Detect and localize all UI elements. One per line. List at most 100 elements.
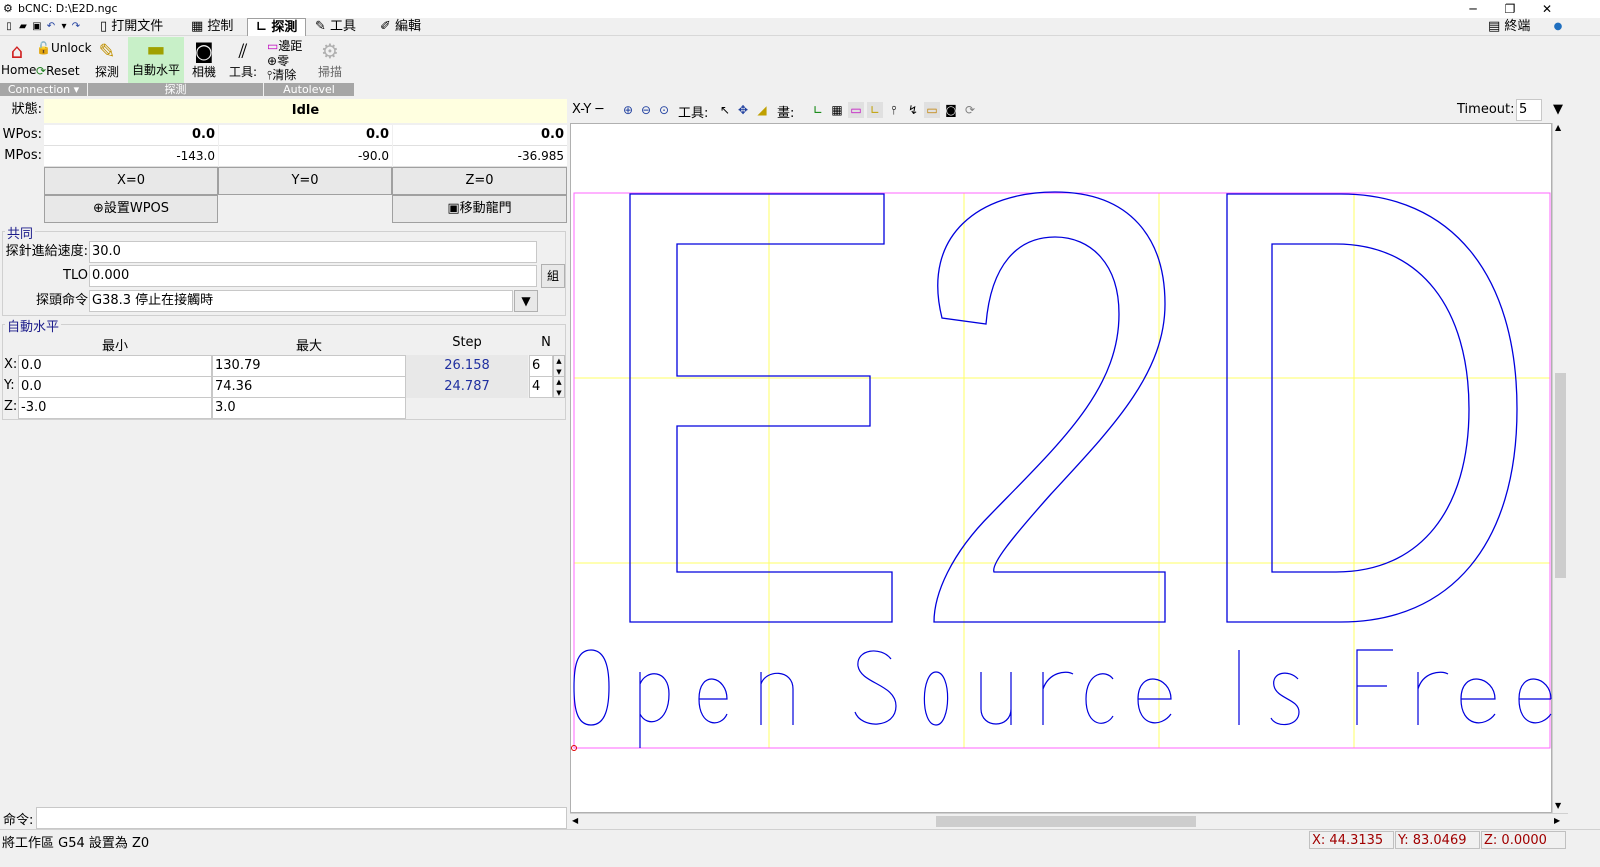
status-value: Idle — [44, 99, 567, 123]
mpos-x: -143.0 — [44, 146, 218, 167]
dropdown-arrow-icon[interactable]: ▼ — [514, 290, 538, 312]
menu-tab-bar: ▯ ▰ ▣ ↶ ▾ ↷ ▯ 打開文件 ▦ 控制 ∟ 探測 ✎ 工具 ✐ 編輯 ▤… — [0, 18, 1600, 36]
scan-button[interactable]: ⚙ 掃描 — [312, 39, 348, 80]
pointer-icon[interactable]: ↖ — [717, 102, 733, 118]
tool-button[interactable]: ⫽ 工具: — [226, 39, 260, 80]
axis-z-label: Z: — [4, 399, 18, 414]
minimize-button[interactable]: ─ — [1453, 0, 1493, 18]
y-n-spin-arrows[interactable]: ▲ ▼ — [553, 376, 565, 398]
probe-feed-input[interactable]: 30.0 — [89, 241, 537, 263]
margins-icon: ▭ — [267, 39, 279, 53]
tab-control-label: 控制 — [207, 19, 234, 34]
y-max-input[interactable]: 74.36 — [212, 376, 406, 398]
tab-control[interactable]: ▦ 控制 — [183, 18, 241, 36]
scroll-right-icon[interactable]: ▶ — [1554, 816, 1560, 825]
probe-draw-icon[interactable]: ⫯ — [886, 102, 902, 118]
home-button[interactable]: ⌂ Home — [1, 39, 37, 77]
zoom-fit-icon[interactable]: ⊙ — [656, 102, 672, 118]
close-button[interactable]: ✕ — [1527, 0, 1567, 18]
z-min-input[interactable]: -3.0 — [18, 397, 212, 419]
grid-icon[interactable]: ▦ — [829, 102, 845, 118]
ruler-icon[interactable]: ◢ — [754, 102, 770, 118]
horizontal-scrollbar[interactable]: ◀ ▶ — [570, 813, 1568, 829]
rapid-icon[interactable]: ↯ — [905, 102, 921, 118]
scroll-left-icon[interactable]: ◀ — [572, 816, 578, 825]
autolevel-title: 自動水平 — [5, 316, 62, 335]
camera-draw-icon[interactable]: ◙ — [943, 102, 959, 118]
probe-button[interactable]: ✎ 探測 — [90, 39, 124, 80]
tab-tools[interactable]: ✎ 工具 — [307, 18, 364, 36]
stroke-n — [760, 672, 794, 725]
stroke-o2 — [923, 671, 949, 726]
camera-label: 相機 — [191, 65, 216, 79]
camera-button[interactable]: ◙ 相機 — [188, 39, 220, 80]
save-icon[interactable]: ▣ — [31, 21, 43, 33]
tab-edit[interactable]: ✐ 編輯 — [372, 18, 429, 36]
mpos-z: -36.985 — [393, 146, 567, 167]
wpos-z: 0.0 — [393, 125, 567, 146]
timeout-input[interactable]: 5 — [1516, 99, 1542, 121]
redo-icon[interactable]: ↷ — [70, 21, 82, 33]
mpos-y: -90.0 — [219, 146, 392, 167]
view-select[interactable]: X-Y ─ — [572, 102, 603, 117]
x-n-spin-arrows[interactable]: ▲ ▼ — [553, 355, 565, 377]
zero-z-button[interactable]: Z=0 — [392, 167, 567, 195]
set-wpos-button[interactable]: ⊕設置WPOS — [44, 195, 218, 223]
x-n-spinbox[interactable]: 6 — [529, 355, 553, 377]
undo-icon[interactable]: ↶ — [45, 21, 57, 33]
clear-label: 清除 — [272, 68, 297, 82]
vertical-scrollbar[interactable]: ▲ ▼ — [1552, 123, 1568, 813]
unlock-button[interactable]: 🔓Unlock — [36, 41, 92, 55]
probe-cmd-select[interactable]: G38.3 停止在接觸時 — [89, 290, 513, 312]
axes-icon[interactable]: ∟ — [810, 102, 826, 118]
paths-icon[interactable]: ▭ — [924, 102, 940, 118]
zero-x-button[interactable]: X=0 — [44, 167, 218, 195]
timeout-dropdown-icon[interactable]: ▼ — [1548, 99, 1568, 121]
x-min-input[interactable]: 0.0 — [18, 355, 212, 377]
zoom-out-icon[interactable]: ⊖ — [638, 102, 654, 118]
set-wpos-label: 設置WPOS — [103, 201, 170, 216]
y-min-input[interactable]: 0.0 — [18, 376, 212, 398]
command-input[interactable] — [36, 807, 567, 829]
z-max-input[interactable]: 3.0 — [212, 397, 406, 419]
unlock-icon: 🔓 — [36, 41, 51, 55]
autolevel-button[interactable]: ▬ 自動水平 — [128, 37, 184, 83]
margin-icon[interactable]: ▭ — [848, 102, 864, 118]
reset-label: Reset — [46, 64, 80, 78]
reset-button[interactable]: ⟳Reset — [36, 64, 80, 78]
probe-cmd-label: 探頭命令 — [35, 293, 88, 308]
tab-terminal[interactable]: ▤ 終端 — [1480, 18, 1538, 36]
scroll-up-icon[interactable]: ▲ — [1555, 123, 1561, 132]
tlo-set-button[interactable]: 組 — [541, 264, 565, 288]
home-label: Home — [1, 63, 37, 77]
move-gantry-button[interactable]: ▣移動龍門 — [392, 195, 567, 223]
tab-probe[interactable]: ∟ 探測 — [247, 18, 307, 36]
probe-icon: ✎ — [98, 39, 116, 63]
tlo-input[interactable]: 0.000 — [89, 265, 537, 287]
pan-icon[interactable]: ✥ — [735, 102, 751, 118]
reset-icon: ⟳ — [36, 64, 47, 78]
horizontal-scroll-thumb[interactable] — [936, 816, 1196, 827]
mpos-label: MPos: — [4, 148, 42, 163]
restore-button[interactable]: ❐ — [1490, 0, 1530, 18]
x-max-input[interactable]: 130.79 — [212, 355, 406, 377]
redraw-icon[interactable]: ⟳ — [962, 102, 978, 118]
open-folder-icon[interactable]: ▰ — [17, 21, 29, 33]
gcode-canvas[interactable] — [570, 123, 1552, 813]
tab-file[interactable]: ▯ 打開文件 — [92, 18, 171, 36]
view-select-label: X-Y — [572, 102, 592, 117]
vertical-scroll-thumb[interactable] — [1555, 373, 1566, 578]
y-n-spinbox[interactable]: 4 — [529, 376, 553, 398]
new-file-icon[interactable]: ▯ — [3, 21, 15, 33]
zero-y-button[interactable]: Y=0 — [218, 167, 392, 195]
zoom-in-icon[interactable]: ⊕ — [620, 102, 636, 118]
workarea-icon[interactable]: ∟ — [867, 102, 883, 118]
help-icon[interactable]: ● — [1552, 21, 1564, 33]
gantry-icon: ▣ — [447, 201, 460, 216]
stroke-o1 — [573, 649, 610, 726]
undo-dropdown-icon[interactable]: ▾ — [58, 21, 70, 33]
scroll-down-icon[interactable]: ▼ — [1555, 801, 1561, 810]
connection-group-label[interactable]: Connection ▾ — [0, 83, 87, 96]
clear-button[interactable]: ⫯清除 — [267, 66, 296, 83]
header-max: 最大 — [295, 339, 322, 354]
